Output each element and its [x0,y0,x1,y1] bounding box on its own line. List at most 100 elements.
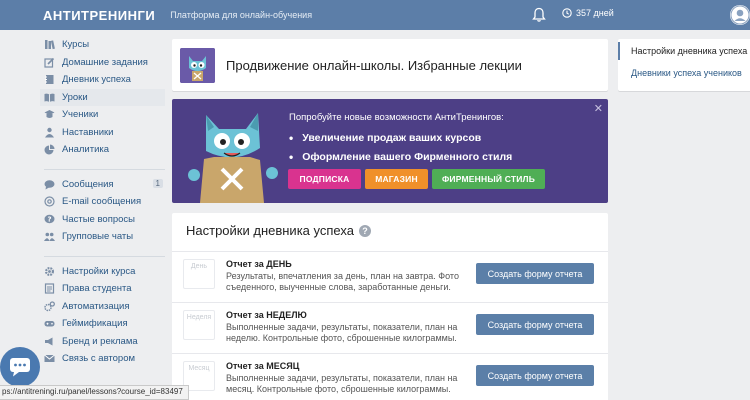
sidebar-divider [44,168,165,170]
days-label: 357 дней [576,8,614,18]
user-avatar[interactable] [730,5,750,25]
right-nav-student-diaries[interactable]: Дневники успеха учеников [618,64,750,82]
course-header: Продвижение онлайн-школы. Избранные лекц… [172,39,608,91]
course-thumbnail [180,47,215,83]
create-report-form-button[interactable]: Создать форму отчета [476,365,594,386]
at-icon [44,196,55,207]
report-name: Отчет за МЕСЯЦ [226,361,300,371]
chat-icon [44,179,55,190]
mentors-icon [44,127,55,138]
sidebar-item-label: Настройки курса [62,265,136,277]
settings-title-text: Настройки дневника успеха [186,223,354,238]
gear-icon [44,266,55,277]
status-bar-url: ps://antitreningi.ru/panel/lessons?cours… [0,385,189,400]
sidebar-divider [44,255,165,257]
sidebar-item-mentors[interactable]: Наставники [40,124,165,142]
report-row-week: Неделя Отчет за НЕДЕЛЮ Выполненные задач… [172,302,608,353]
tagline: Платформа для онлайн-обучения [170,10,313,20]
svg-text:?: ? [47,215,51,223]
student-icon [44,109,55,120]
gamepad-icon [44,318,55,329]
report-description: Результаты, впечатления за день, план на… [226,271,459,292]
user-icon [730,5,750,25]
create-report-form-button[interactable]: Создать форму отчета [476,263,594,284]
sidebar-item-label: Домашние задания [62,56,148,68]
support-chat-button[interactable] [0,347,40,387]
sidebar-item-contact-author[interactable]: Связь с автором [40,350,165,368]
promo-feature: Оформление вашего Фирменного стиля [289,147,512,166]
sidebar-item-label: Сообщения [62,178,114,190]
sidebar-item-label: Права студента [62,283,132,295]
sidebar-item-faq[interactable]: ? Частые вопросы [40,211,165,229]
subscription-button[interactable]: ПОДПИСКА [288,169,361,189]
pie-chart-icon [44,144,55,155]
course-title: Продвижение онлайн-школы. Избранные лекц… [226,57,522,73]
brand-icon [44,336,55,347]
sidebar-item-analytics[interactable]: Аналитика [40,141,165,159]
create-report-form-button[interactable]: Создать форму отчета [476,314,594,335]
sidebar-item-label: Наставники [62,126,114,138]
sidebar-item-students[interactable]: Ученики [40,106,165,124]
report-description: Выполненные задачи, результаты, показате… [226,322,458,343]
sidebar-item-brand[interactable]: Бренд и реклама [40,333,165,351]
mail-icon [44,353,55,364]
brand-style-button[interactable]: ФИРМЕННЫЙ СТИЛЬ [432,169,545,189]
report-row-month: Месяц Отчет за МЕСЯЦ Выполненные задачи,… [172,353,608,400]
report-name: Отчет за ДЕНЬ [226,259,292,269]
logo[interactable]: AНТИТРЕНИНГИ [43,8,155,23]
sidebar-group-communication: Сообщения 1 E-mail сообщения ? Частые во… [40,176,165,246]
sidebar-item-label: E-mail сообщения [62,196,142,208]
edit-icon [44,57,55,68]
automation-icon [44,301,55,312]
sidebar: Курсы Домашние задания Дневник успеха Ур… [40,36,165,378]
sidebar-group-learning: Курсы Домашние задания Дневник успеха Ур… [40,36,165,159]
top-bar: AНТИТРЕНИНГИ Платформа для онлайн-обучен… [0,0,750,30]
sidebar-item-gamification[interactable]: Геймификация [40,315,165,333]
close-icon[interactable]: ✕ [594,102,603,115]
sidebar-item-messages[interactable]: Сообщения 1 [40,176,165,194]
settings-title: Настройки дневника успеха ? [186,223,371,238]
unread-count-badge: 1 [152,178,163,188]
sidebar-item-label: Аналитика [62,144,110,156]
sidebar-item-label: Геймификация [62,318,128,330]
mascot-icon [180,47,215,83]
sidebar-item-courses[interactable]: Курсы [40,36,165,54]
sidebar-item-group-chats[interactable]: Групповые чаты [40,228,165,246]
sidebar-item-label: Частые вопросы [62,213,135,225]
sidebar-item-label: Бренд и реклама [62,335,138,347]
sidebar-group-settings: Настройки курса Права студента Автоматиз… [40,263,165,368]
calendar-day-icon: День [183,259,215,289]
calendar-week-icon: Неделя [183,310,215,340]
sidebar-item-homework[interactable]: Домашние задания [40,54,165,72]
book-open-icon [44,92,55,103]
sidebar-item-label: Автоматизация [62,300,130,312]
shop-button[interactable]: МАГАЗИН [365,169,428,189]
promo-banner: Попробуйте новые возможности АнтиТренинг… [172,99,608,203]
sidebar-item-label: Ученики [62,109,99,121]
right-nav-diary-settings[interactable]: Настройки дневника успеха [618,42,750,60]
question-icon: ? [44,214,55,225]
promo-features: Увеличение продаж ваших курсов Оформлени… [289,128,512,166]
books-icon [44,39,55,50]
sidebar-item-email-messages[interactable]: E-mail сообщения [40,193,165,211]
sidebar-item-label: Дневник успеха [62,74,131,86]
promo-feature: Увеличение продаж ваших курсов [289,128,512,147]
sidebar-item-success-diary[interactable]: Дневник успеха [40,71,165,89]
bell-icon[interactable] [532,7,546,23]
report-name: Отчет за НЕДЕЛЮ [226,310,307,320]
mascot-illustration [188,113,278,203]
report-description: Выполненные задачи, результаты, показате… [226,373,458,394]
help-icon[interactable]: ? [358,224,371,237]
document-icon [44,283,55,294]
report-row-day: День Отчет за ДЕНЬ Результаты, впечатлен… [172,251,608,302]
subscription-days[interactable]: 357 дней [562,8,614,18]
promo-heading: Попробуйте новые возможности АнтиТренинг… [289,112,504,123]
right-nav: Настройки дневника успеха Дневники успех… [618,39,750,91]
sidebar-item-lessons[interactable]: Уроки [40,88,165,106]
group-icon [44,231,55,242]
sidebar-item-automation[interactable]: Автоматизация [40,298,165,316]
sidebar-item-student-rights[interactable]: Права студента [40,280,165,298]
chat-bubble-icon [10,358,30,377]
notebook-icon [44,74,55,85]
sidebar-item-course-settings[interactable]: Настройки курса [40,263,165,281]
